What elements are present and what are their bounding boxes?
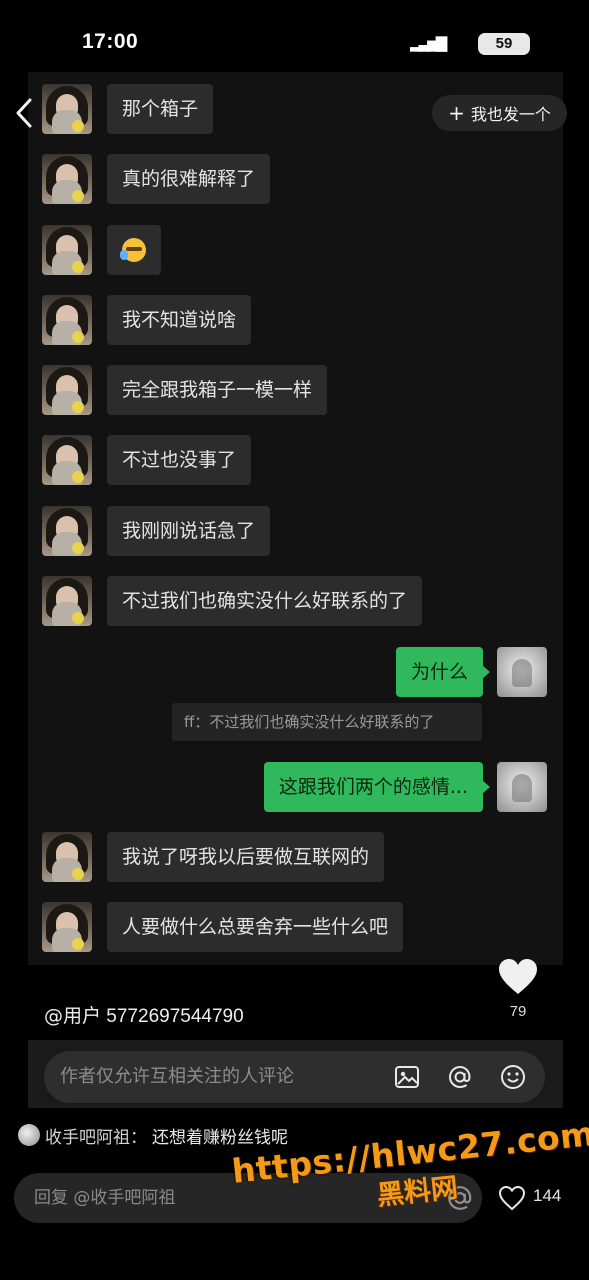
quoted-message: ff：不过我们也确实没什么好联系的了 <box>172 703 482 741</box>
author-mention[interactable]: @用户 5772697544790 <box>44 1001 244 1028</box>
reply-placeholder: 回复 @收手吧阿祖 <box>34 1188 176 1208</box>
commenter-name: 收手吧阿祖： <box>45 1127 147 1148</box>
message-bubble-outgoing: 为什么 <box>395 647 491 697</box>
comment-input[interactable]: 作者仅允许互相关注的人评论 <box>44 1051 545 1103</box>
heart-icon[interactable] <box>498 958 538 996</box>
post-mine-button[interactable]: + 我也发一个 <box>432 95 567 131</box>
contact-avatar <box>42 902 92 952</box>
battery-icon: 59 <box>478 33 530 55</box>
contact-avatar <box>42 154 92 204</box>
message-bubble: 真的很难解释了 <box>107 154 271 204</box>
emoji-icon[interactable] <box>500 1064 526 1090</box>
message-bubble: 我刚刚说话急了 <box>107 506 271 556</box>
message-bubble: 那个箱子 <box>107 84 214 134</box>
contact-avatar <box>42 84 92 134</box>
message-bubble: 不过也没事了 <box>107 435 252 485</box>
message-bubble: 完全跟我箱子一模一样 <box>107 365 328 415</box>
contact-avatar <box>42 832 92 882</box>
message-bubble: 人要做什么总要舍弃一些什么吧 <box>107 902 404 952</box>
contact-avatar <box>42 295 92 345</box>
commenter-avatar <box>18 1124 40 1146</box>
plus-icon: + <box>448 101 465 125</box>
message-bubble-outgoing: 这跟我们两个的感情... <box>263 762 491 812</box>
message-bubble <box>107 225 161 275</box>
contact-avatar <box>42 506 92 556</box>
contact-avatar <box>42 435 92 485</box>
at-icon[interactable] <box>447 1064 473 1090</box>
my-avatar <box>497 762 547 812</box>
message-bubble: 不过我们也确实没什么好联系的了 <box>107 576 423 626</box>
image-icon[interactable] <box>394 1064 420 1090</box>
post-mine-label: 我也发一个 <box>470 105 551 124</box>
crying-laughing-emoji-icon <box>120 238 146 262</box>
like-count: 79 <box>509 1003 527 1020</box>
my-avatar <box>497 647 547 697</box>
chat-screenshot: 那个箱子 真的很难解释了 我不知道说啥 完全跟我箱子一模一样 不过也没事了 我刚… <box>28 72 563 965</box>
message-bubble: 我说了呀我以后要做互联网的 <box>107 832 385 882</box>
contact-avatar <box>42 365 92 415</box>
contact-avatar <box>42 225 92 275</box>
comment-text: 还想着赚粉丝钱呢 <box>152 1127 288 1148</box>
comment-placeholder: 作者仅允许互相关注的人评论 <box>60 1066 294 1087</box>
message-bubble: 我不知道说啥 <box>107 295 252 345</box>
chevron-left-icon[interactable] <box>10 96 40 130</box>
signal-icon: ▂▃▅▇ <box>410 34 447 52</box>
comment-item[interactable]: 收手吧阿祖： 还想着赚粉丝钱呢 <box>18 1122 288 1148</box>
status-time: 17:00 <box>82 30 139 53</box>
contact-avatar <box>42 576 92 626</box>
